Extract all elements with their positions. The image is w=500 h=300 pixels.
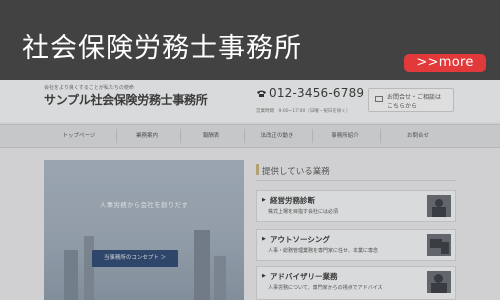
portfolio-card: 会社をより良くすることが私たちの使命 サンプル社会保険労務士事務所 012-34…: [0, 0, 500, 300]
banner-title: 社会保険労務士事務所: [22, 33, 302, 64]
title-banner: 社会保険労務士事務所 >>more: [0, 0, 500, 80]
more-button[interactable]: >>more: [404, 54, 486, 72]
